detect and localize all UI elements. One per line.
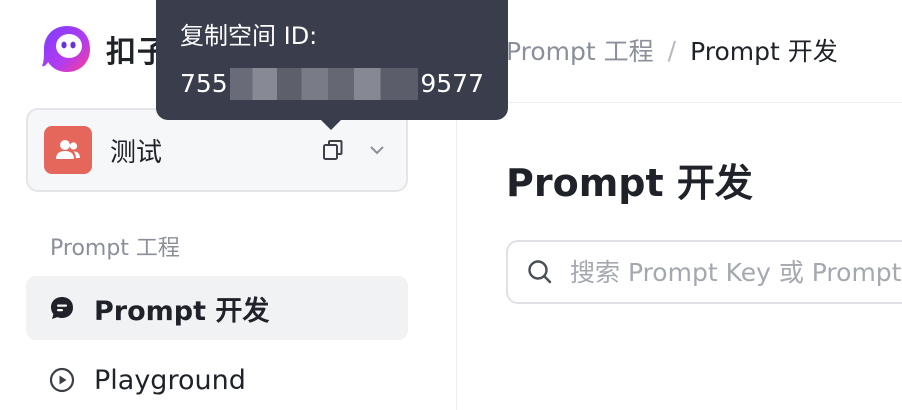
space-dropdown-toggle[interactable] [364, 137, 390, 163]
sidebar-item-label: Playground [94, 364, 246, 396]
space-id-redacted-mask [229, 68, 419, 100]
breadcrumb-separator: / [667, 35, 677, 65]
chat-bubble-icon [48, 294, 76, 322]
coze-logo-icon [42, 26, 90, 72]
copy-space-id-tooltip: 复制空间 ID: 755 9577 [156, 0, 508, 130]
sidebar-item-prompt-dev[interactable]: Prompt 开发 [26, 276, 408, 340]
space-avatar [44, 126, 92, 174]
search-icon [528, 260, 552, 284]
space-selector[interactable]: 测试 [26, 108, 408, 192]
space-id-suffix: 9577 [420, 69, 484, 98]
search-box[interactable] [506, 240, 902, 304]
breadcrumb-current: Prompt 开发 [690, 37, 838, 66]
tooltip-title: 复制空间 ID: [180, 22, 318, 50]
space-name: 测试 [110, 137, 163, 168]
header-divider [457, 102, 902, 103]
team-icon [56, 140, 80, 159]
copy-space-id-button[interactable] [318, 135, 348, 165]
sidebar-item-label: Prompt 开发 [94, 295, 270, 327]
breadcrumb-parent[interactable]: Prompt 工程 [506, 32, 654, 68]
space-id-value: 755 9577 [180, 64, 484, 104]
sidebar-item-playground[interactable]: Playground [26, 348, 408, 410]
brand-logo[interactable]: 扣子 [40, 22, 168, 76]
sidebar-section-label: Prompt 工程 [50, 236, 180, 261]
chevron-down-icon [370, 146, 384, 155]
breadcrumb: Prompt 工程 / Prompt 开发 [506, 32, 838, 68]
play-circle-icon [48, 366, 76, 394]
search-input[interactable] [570, 257, 902, 287]
space-id-prefix: 755 [180, 69, 228, 98]
copy-icon [323, 140, 343, 160]
page-title: Prompt 开发 [506, 161, 753, 205]
